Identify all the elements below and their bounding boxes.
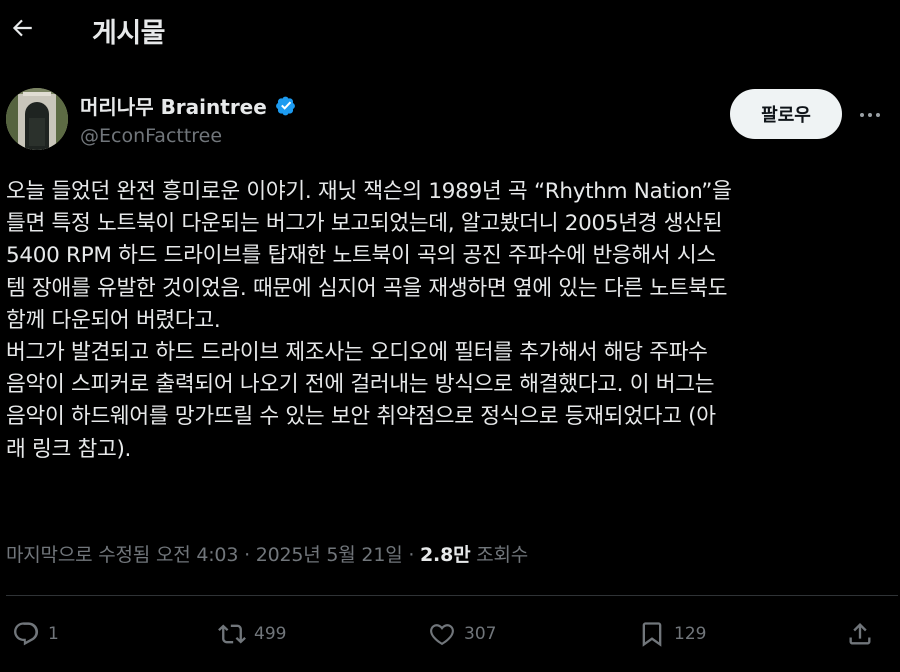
verified-badge-icon [273, 94, 297, 118]
post-text: 오늘 들었던 완전 흥미로운 이야기. 재닛 잭슨의 1989년 곡 “Rhyt… [6, 176, 896, 466]
share-button[interactable] [846, 612, 874, 656]
author-display-name[interactable]: 머리나무 Braintree [80, 91, 267, 120]
share-icon [849, 623, 871, 645]
avatar-door-photo [6, 88, 68, 150]
post-text-line: 틀면 특정 노트북이 다운되는 버그가 보고되었는데, 알고봤더니 2005년경… [6, 211, 723, 237]
reply-button[interactable]: 1 [12, 612, 59, 656]
post-text-line: 음악이 스피커로 출력되어 나오기 전에 걸러내는 방식으로 해결했다고. 이 … [6, 372, 715, 398]
reply-count: 1 [48, 624, 59, 644]
heart-icon [430, 624, 454, 646]
views-count: 2.8만 [420, 544, 471, 566]
views-label: 조회수 [476, 544, 529, 566]
avatar[interactable] [6, 88, 68, 150]
author-name-row: 머리나무 Braintree [80, 91, 297, 120]
follow-button[interactable]: 팔로우 [730, 89, 842, 139]
more-dots-icon[interactable] [852, 100, 888, 130]
edited-label[interactable]: 마지막으로 수정됨 [6, 544, 150, 566]
bookmark-icon [642, 622, 662, 647]
meta-separator: · [408, 544, 421, 566]
bookmark-button[interactable]: 129 [638, 612, 706, 656]
divider [6, 595, 898, 596]
post-text-line: 오늘 들었던 완전 흥미로운 이야기. 재닛 잭슨의 1989년 곡 “Rhyt… [6, 179, 732, 204]
repost-icon [218, 624, 246, 644]
meta-separator: · [244, 544, 256, 566]
post-text-line: 템 장애를 유발한 것이었음. 때문에 심지어 곡을 재생하면 옆에 있는 다른… [6, 275, 728, 301]
top-bar: 게시물 [0, 0, 900, 62]
author-handle[interactable]: @EconFacttree [80, 125, 222, 147]
back-button[interactable] [4, 10, 40, 46]
post-date[interactable]: 2025년 5월 21일 [256, 544, 403, 566]
arrow-left-icon [12, 19, 32, 37]
reply-icon [14, 622, 39, 646]
page-title: 게시물 [92, 18, 166, 49]
repost-button[interactable]: 499 [218, 612, 286, 656]
like-count: 307 [464, 624, 497, 644]
post-text-line: 5400 RPM 하드 드라이브를 탑재한 노트북이 곡의 공진 주파수에 반응… [6, 243, 716, 269]
action-bar: 1 499 307 129 [0, 612, 900, 656]
post-text-line: 음악이 하드웨어를 망가뜨릴 수 있는 보안 취약점으로 정식으로 등재되었다고… [6, 404, 716, 430]
bookmark-count: 129 [674, 624, 707, 644]
post-time[interactable]: 오전 4:03 [156, 544, 238, 566]
post-meta: 마지막으로 수정됨 오전 4:03 · 2025년 5월 21일 · 2.8만 … [6, 540, 528, 567]
post-text-line: 래 링크 참고). [6, 436, 132, 462]
post-text-line: 함께 다운되어 버렸다고. [6, 307, 221, 333]
repost-count: 499 [254, 624, 287, 644]
post-text-line: 버그가 발견되고 하드 드라이브 제조사는 오디오에 필터를 추가해서 해당 주… [6, 340, 708, 366]
like-button[interactable]: 307 [428, 612, 496, 656]
